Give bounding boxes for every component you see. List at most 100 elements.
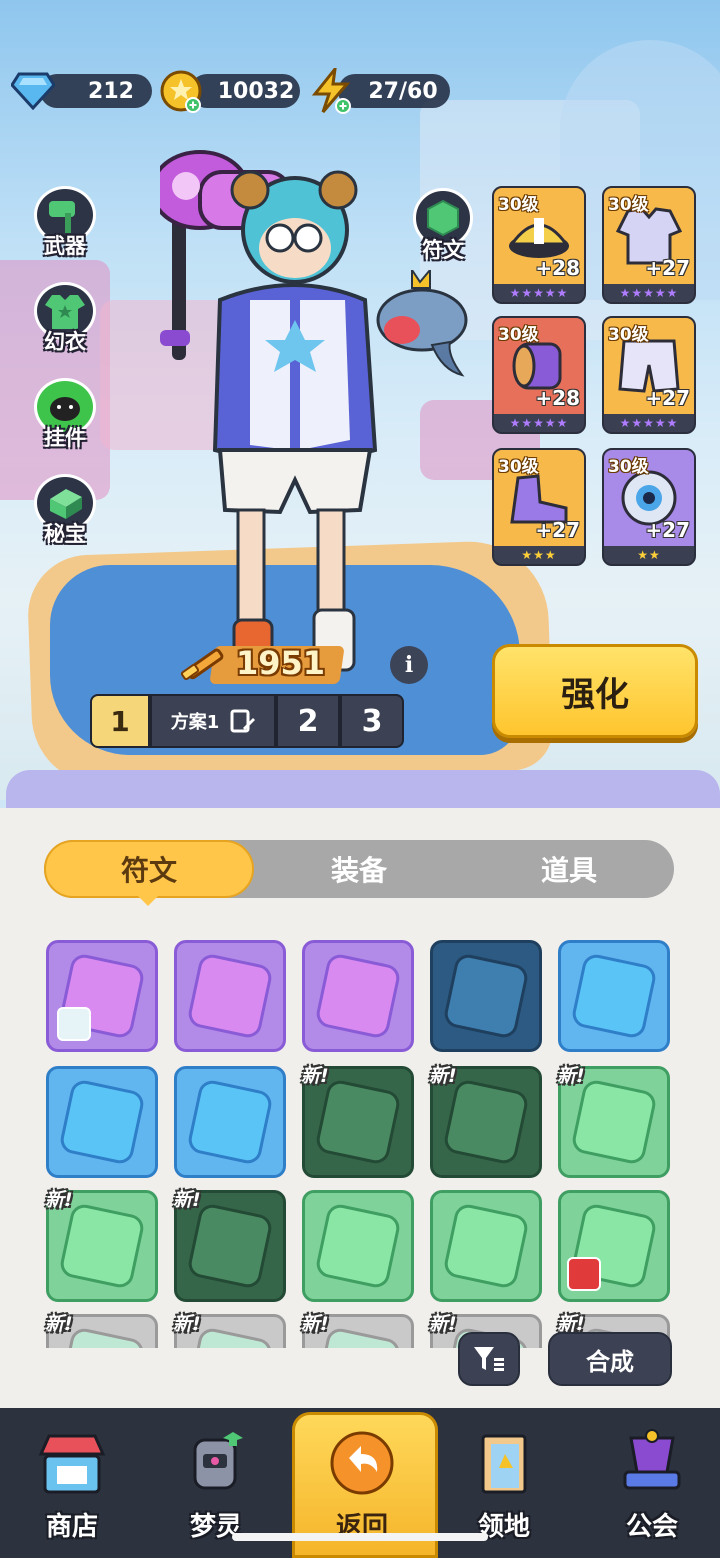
equipment-level: 30级: [608, 325, 649, 345]
equipment-stars: ★★★: [521, 548, 557, 562]
side-label-pendant: 挂件: [44, 426, 86, 450]
strengthen-button[interactable]: 强化: [492, 644, 698, 738]
equipment-plus: +27: [645, 518, 690, 542]
sword-icon: [180, 648, 224, 681]
new-tag: 新!: [45, 1189, 73, 1211]
coin-counter[interactable]: 10032: [190, 74, 300, 108]
plan-slot-3[interactable]: 3: [340, 694, 404, 748]
equipment-level: 30级: [608, 457, 649, 477]
new-tag: 新!: [301, 1313, 329, 1335]
filter-button[interactable]: [458, 1332, 520, 1386]
rune-gem-icon: [186, 1078, 274, 1166]
rune-button-label: 符文: [422, 238, 464, 262]
rune-slot[interactable]: [302, 1190, 414, 1302]
side-label-weapon: 武器: [44, 234, 86, 258]
equipment-plus: +27: [645, 386, 690, 410]
craft-button[interactable]: 合成: [548, 1332, 672, 1386]
plan-name-label: 方案1: [170, 712, 220, 733]
rune-slot[interactable]: [46, 1066, 158, 1178]
info-button[interactable]: i: [390, 646, 428, 684]
equipment-slot-jacket[interactable]: 30级 +27 ★★★★★: [602, 186, 696, 304]
equipment-slot-shoes[interactable]: 30级 +27 ★★★: [492, 448, 586, 566]
equipment-level: 30级: [498, 457, 539, 477]
diamond-counter[interactable]: 212: [40, 74, 152, 108]
new-tag: 新!: [173, 1189, 201, 1211]
new-tag: 新!: [173, 1313, 201, 1335]
rune-gem-icon: [314, 1078, 402, 1166]
equipment-plus: +27: [645, 256, 690, 280]
new-tag: 新!: [429, 1065, 457, 1087]
rune-slot[interactable]: 新!: [301, 1065, 414, 1178]
equipment-stars: ★★: [637, 548, 661, 562]
avatar-badge-icon: [57, 1007, 91, 1041]
rune-slot[interactable]: 新!: [557, 1065, 670, 1178]
energy-value: 27/60: [368, 78, 438, 104]
equipment-stars: ★★★★★: [619, 416, 679, 430]
equipment-slot-pants[interactable]: 30级 +27 ★★★★★: [602, 316, 696, 434]
coin-add-icon[interactable]: [158, 68, 204, 114]
side-button-outfit[interactable]: 幻衣: [28, 282, 102, 356]
equipment-plus: +28: [535, 256, 580, 280]
side-button-pendant[interactable]: 挂件: [28, 378, 102, 452]
plan-slot-1[interactable]: 1: [90, 694, 150, 748]
rune-slot[interactable]: 新!: [173, 1189, 286, 1302]
nav-label-guild: 公会: [625, 1512, 678, 1542]
rune-slot[interactable]: [46, 940, 158, 1052]
new-tag: 新!: [429, 1313, 457, 1335]
rune-gem-icon: [442, 952, 530, 1040]
rune-gem-icon: [186, 952, 274, 1040]
rune-slot[interactable]: [558, 940, 670, 1052]
energy-counter[interactable]: 27/60: [338, 74, 450, 108]
nav-item-shop[interactable]: 商店: [0, 1412, 144, 1558]
new-tag: 新!: [301, 1065, 329, 1087]
combat-power: 1951: [178, 640, 358, 688]
rune-gem-icon: [442, 1202, 530, 1290]
side-button-weapon[interactable]: 武器: [28, 186, 102, 260]
equipment-plus: +27: [535, 518, 580, 542]
plan-slot-2[interactable]: 2: [276, 694, 340, 748]
rune-slot[interactable]: [558, 1190, 670, 1302]
rune-slot[interactable]: [430, 940, 542, 1052]
rune-button[interactable]: 符文: [410, 188, 476, 268]
equipment-slot-bracer[interactable]: 30级 +28 ★★★★★: [492, 316, 586, 434]
equipment-slot-orb[interactable]: 30级 +27 ★★: [602, 448, 696, 566]
diamond-icon: [10, 68, 56, 114]
nav-label-shop: 商店: [45, 1512, 98, 1542]
tab-items[interactable]: 道具: [464, 840, 674, 898]
player-character: [160, 150, 378, 672]
rune-slot[interactable]: [174, 940, 286, 1052]
energy-add-icon[interactable]: [308, 68, 354, 114]
plan-name[interactable]: 方案1: [150, 694, 276, 748]
nav-item-guild[interactable]: 公会: [580, 1412, 720, 1558]
rune-slot[interactable]: [302, 940, 414, 1052]
rune-slot[interactable]: [174, 1066, 286, 1178]
new-tag: 新!: [557, 1065, 585, 1087]
combat-power-value: 1951: [236, 644, 326, 682]
rune-slot[interactable]: 新!: [45, 1189, 158, 1302]
equipment-slot-hat[interactable]: 30级 +28 ★★★★★: [492, 186, 586, 304]
equipment-level: 30级: [498, 325, 539, 345]
coin-value: 10032: [217, 78, 295, 104]
edit-icon: [230, 709, 256, 733]
return-arrow-icon: [323, 1424, 401, 1502]
equipment-level: 30级: [608, 195, 649, 215]
door-icon: [465, 1424, 543, 1502]
tab-runes[interactable]: 符文: [44, 840, 254, 898]
plan-selector: 1 方案1 2 3: [90, 694, 406, 748]
rune-gem-icon: [58, 1202, 146, 1290]
side-button-treasure[interactable]: 秘宝: [28, 474, 102, 548]
filter-icon: [474, 1347, 504, 1371]
rune-gem-icon: [570, 952, 658, 1040]
red-face-badge-icon: [567, 1257, 601, 1291]
rune-gem-icon: [314, 1202, 402, 1290]
inventory-tabs: 符文 装备 道具: [44, 840, 674, 898]
guild-hat-icon: [613, 1424, 691, 1502]
tab-equipment[interactable]: 装备: [254, 840, 464, 898]
rune-slot[interactable]: [430, 1190, 542, 1302]
rune-slot[interactable]: 新!: [429, 1065, 542, 1178]
equipment-stars: ★★★★★: [619, 286, 679, 300]
active-tab-pointer: [138, 896, 158, 906]
home-indicator: [232, 1533, 488, 1541]
shark-pet: [376, 270, 468, 377]
side-label-outfit: 幻衣: [44, 330, 86, 354]
